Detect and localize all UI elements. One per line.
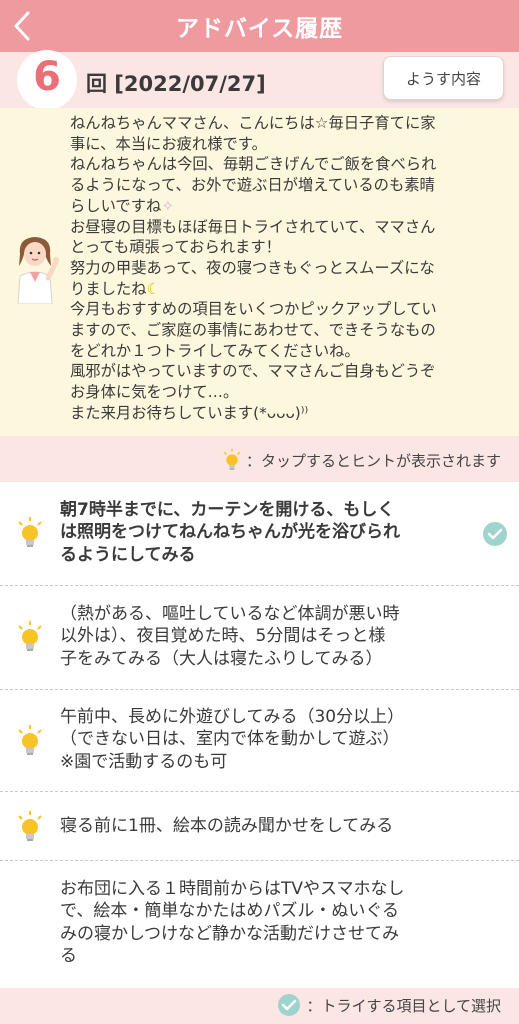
sparkle-icon: ✧: [161, 196, 175, 215]
lightbulb-icon[interactable]: [16, 810, 44, 844]
advice-paragraph: ねんねちゃんは今回、毎朝ごきげんでご飯を食べられ るようになって、お外で遊ぶ日が…: [70, 155, 437, 215]
recommendation-item[interactable]: （熱がある、嘔吐しているなど体調が悪い時 以外は）、夜目覚めた時、5分間はそっと…: [0, 586, 519, 690]
app-header: アドバイス履歴: [0, 0, 519, 52]
lightbulb-icon[interactable]: [16, 516, 44, 550]
recommendation-text: 寝る前に1冊、絵本の読み聞かせをしてみる: [60, 816, 394, 836]
page-title: アドバイス履歴: [175, 16, 344, 42]
moon-icon: ☾: [146, 279, 161, 298]
recommendation-item[interactable]: 朝7時半までに、カーテンを開ける、もしく は照明をつけてねんねちゃんが光を浴びら…: [0, 482, 519, 586]
lightbulb-icon: [223, 448, 241, 470]
recommendation-text: 朝7時半までに、カーテンを開ける、もしく は照明をつけてねんねちゃんが光を浴びら…: [60, 500, 400, 565]
advice-paragraph: ねんねちゃんママさん、こんにちは☆毎日子育てに家 事に、本当にお疲れ様です。: [70, 114, 436, 153]
recommendation-text: （熱がある、嘔吐しているなど体調が悪い時 以外は）、夜目覚めた時、5分間はそっと…: [60, 604, 400, 669]
check-icon[interactable]: [483, 522, 507, 546]
recommendation-list: 朝7時半までに、カーテンを開ける、もしく は照明をつけてねんねちゃんが光を浴びら…: [0, 482, 519, 988]
recommendation-item[interactable]: 午前中、長めに外遊びしてみる（30分以上） （できない日は、室内で体を動かして遊…: [0, 690, 519, 792]
check-icon: [278, 994, 301, 1016]
session-date: 回 [2022/07/27]: [86, 72, 266, 96]
advisor-avatar-icon: [17, 237, 59, 304]
advice-paragraph: 努力の甲斐あって、夜の寝つきもぐっとスムーズにな りましたね☾: [70, 258, 435, 298]
recommendation-text: お布団に入る１時間前からはTVやスマホなし で、絵本・簡単なかたはめパズル・ぬい…: [60, 879, 405, 966]
select-legend: ：トライする項目として選択: [278, 994, 501, 1016]
session-count: 6: [33, 54, 61, 100]
lightbulb-icon[interactable]: [16, 620, 44, 654]
recommendation-item[interactable]: お布団に入る１時間前からはTVやスマホなし で、絵本・簡単なかたはめパズル・ぬい…: [0, 861, 519, 988]
advice-paragraph: 今月もおすすめの項目をいくつかピックアップしてい ますので、ご家庭の事情にあわせ…: [70, 300, 437, 360]
lightbulb-icon[interactable]: [16, 724, 44, 758]
hint-legend: ：タップするとヒントが表示されます: [222, 448, 501, 472]
advice-paragraph: お昼寝の目標もほぼ毎日トライされていて、ママさん とっても頑張っておられます！: [70, 217, 436, 257]
recommendation-text: 午前中、長めに外遊びしてみる（30分以上） （できない日は、室内で体を動かして遊…: [60, 707, 405, 772]
detail-button[interactable]: ようす内容: [383, 56, 504, 100]
advice-message: ねんねちゃんママさん、こんにちは☆毎日子育てに家 事に、本当にお疲れ様です。 ね…: [70, 113, 510, 424]
recommendation-item[interactable]: 寝る前に1冊、絵本の読み聞かせをしてみる: [0, 792, 519, 861]
advice-paragraph: 風邪がはやっていますので、ママさんご自身もどうぞ お身体に気をつけて…。 また来…: [70, 362, 436, 422]
